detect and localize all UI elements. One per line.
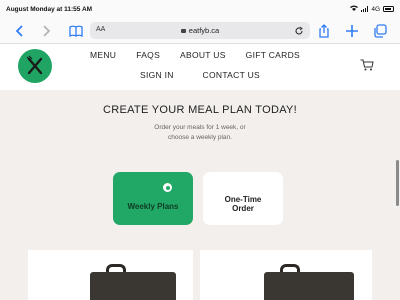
subtext-line-1: Order your meals for 1 week, or	[154, 124, 246, 131]
weekly-plans-option[interactable]: Weekly Plans	[113, 172, 193, 225]
page-scrollbar[interactable]	[396, 160, 399, 206]
nav-sign-in[interactable]: SIGN IN	[140, 70, 174, 80]
nav-contact-us[interactable]: CONTACT US	[203, 70, 260, 80]
one-time-order-option[interactable]: One-Time Order	[203, 172, 283, 225]
nav-about-us[interactable]: ABOUT US	[180, 50, 226, 60]
url-text: eatfyb.ca	[188, 26, 220, 35]
status-time: August Monday at 11:55 AM	[6, 6, 93, 13]
wifi-icon	[349, 5, 358, 13]
back-icon[interactable]	[12, 23, 28, 39]
nav-menu[interactable]: MENU	[90, 50, 116, 60]
one-time-order-label: One-Time Order	[203, 195, 283, 213]
product-card[interactable]	[28, 250, 193, 300]
cart-icon[interactable]	[360, 58, 374, 71]
url-display: eatfyb.ca	[90, 26, 310, 35]
browser-toolbar: AA eatfyb.ca	[0, 18, 400, 44]
nav-gift-cards[interactable]: GIFT CARDS	[246, 50, 300, 60]
tabs-icon[interactable]	[372, 23, 388, 39]
weekly-plans-label: Weekly Plans	[127, 202, 179, 211]
reload-icon[interactable]	[294, 23, 304, 39]
secondary-nav: SIGN IN CONTACT US	[140, 70, 260, 80]
new-tab-icon[interactable]	[344, 23, 360, 39]
lock-icon	[180, 29, 186, 33]
share-icon[interactable]	[316, 23, 332, 39]
cellular-signal-icon	[360, 6, 369, 12]
address-bar[interactable]: AA eatfyb.ca	[90, 22, 310, 39]
network-type: 4G	[371, 5, 380, 13]
one-time-order-label-line-1: One-Time	[224, 195, 262, 204]
bookmarks-icon[interactable]	[68, 23, 84, 39]
insulated-bag-image	[90, 272, 176, 300]
insulated-bag-image	[264, 272, 354, 300]
battery-icon	[383, 6, 394, 12]
fork-knife-icon	[26, 55, 43, 75]
selected-radio-icon	[163, 183, 172, 192]
page-heading: CREATE YOUR MEAL PLAN TODAY!	[102, 104, 298, 116]
status-indicators: 4G	[349, 5, 394, 13]
subtext-line-2: choose a weekly plan.	[168, 134, 232, 141]
forward-icon[interactable]	[38, 23, 54, 39]
site-logo[interactable]	[18, 49, 52, 83]
one-time-order-label-line-2: Order	[232, 204, 254, 213]
product-card[interactable]	[200, 250, 372, 300]
site-header: MENU FAQS ABOUT US GIFT CARDS SIGN IN CO…	[0, 44, 400, 90]
nav-faqs[interactable]: FAQS	[136, 50, 160, 60]
main-nav: MENU FAQS ABOUT US GIFT CARDS	[90, 50, 300, 60]
page-subtext: Order your meals for 1 week, or choose a…	[0, 123, 400, 143]
status-bar: August Monday at 11:55 AM 4G	[0, 0, 400, 18]
